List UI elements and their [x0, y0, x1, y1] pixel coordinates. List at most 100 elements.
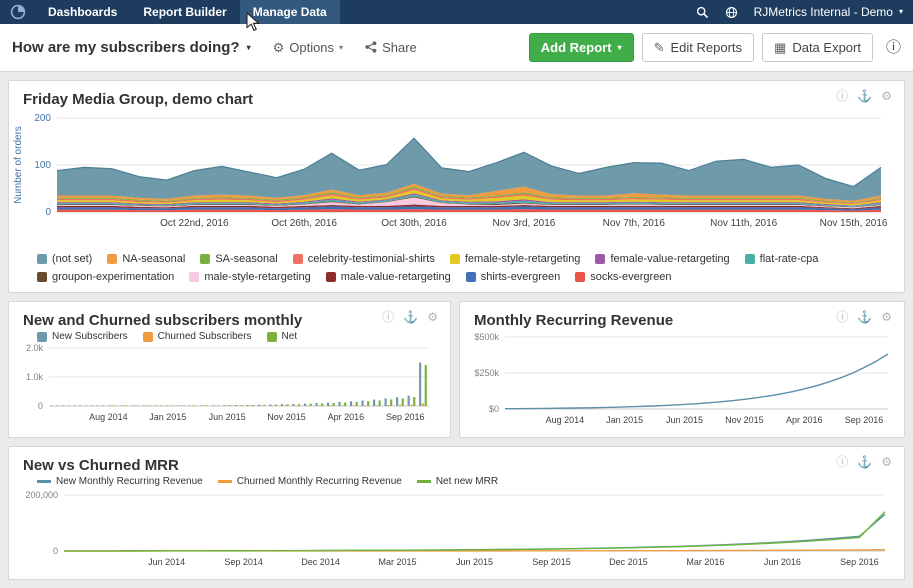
card-row: New and Churned subscribers monthly ⓘ ⚓ …	[8, 301, 905, 438]
data-export-label: Data Export	[792, 40, 861, 56]
legend-label: male-value-retargeting	[341, 271, 451, 283]
account-menu[interactable]: RJMetrics Internal - Demo ▾	[746, 5, 903, 19]
card-actions: ⓘ ⚓ ⚙	[382, 311, 438, 323]
options-label: Options	[289, 40, 334, 55]
legend-item[interactable]: Churned Monthly Recurring Revenue	[218, 476, 402, 487]
svg-text:Mar 2016: Mar 2016	[686, 557, 724, 567]
svg-text:Jan 2015: Jan 2015	[149, 412, 186, 422]
chevron-down-icon: ▾	[339, 44, 343, 52]
anchor-icon[interactable]: ⚓	[857, 90, 872, 102]
legend-item[interactable]: female-value-retargeting	[595, 253, 729, 265]
add-report-button[interactable]: Add Report ▾	[529, 33, 634, 63]
new-vs-churned-mrr-chart[interactable]: 0200,000Jun 2014Sep 2014Dec 2014Mar 2015…	[9, 489, 894, 579]
legend-marker-icon	[575, 272, 585, 282]
orders-stacked-area-chart[interactable]: 0100200Oct 22nd, 2016Oct 26th, 2016Oct 3…	[9, 110, 894, 250]
toolbar-actions: Add Report ▾ ✎ Edit Reports ▦ Data Expor…	[529, 33, 901, 63]
legend-item[interactable]: New Monthly Recurring Revenue	[37, 476, 203, 487]
legend-label: Churned Monthly Recurring Revenue	[237, 476, 402, 487]
card-actions: ⓘ ⚓ ⚙	[836, 456, 892, 468]
legend-item[interactable]: Churned Subscribers	[143, 331, 252, 342]
legend-label: male-style-retargeting	[204, 271, 310, 283]
rjmetrics-logo-icon[interactable]	[0, 0, 35, 24]
anchor-icon[interactable]: ⚓	[857, 456, 872, 468]
info-icon[interactable]: ⓘ	[382, 311, 394, 323]
svg-text:Sep 2014: Sep 2014	[224, 557, 263, 567]
svg-text:Sep 2015: Sep 2015	[532, 557, 571, 567]
legend-item[interactable]: male-style-retargeting	[189, 271, 310, 283]
options-menu[interactable]: ⚙ Options ▾	[273, 40, 343, 55]
legend-item[interactable]: NA-seasonal	[107, 253, 185, 265]
add-report-label: Add Report	[541, 40, 612, 56]
info-icon[interactable]: ⓘ	[836, 90, 848, 102]
dashboard-content: Friday Media Group, demo chart ⓘ ⚓ ⚙ 010…	[0, 72, 913, 588]
legend-item[interactable]: groupon-experimentation	[37, 271, 174, 283]
legend-marker-icon	[107, 254, 117, 264]
legend-item[interactable]: New Subscribers	[37, 331, 128, 342]
data-export-button[interactable]: ▦ Data Export	[762, 33, 873, 63]
legend-label: Net	[282, 331, 298, 342]
svg-text:Nov 3rd, 2016: Nov 3rd, 2016	[493, 218, 556, 229]
legend-label: female-style-retargeting	[465, 253, 581, 265]
svg-text:Nov 11th, 2016: Nov 11th, 2016	[710, 218, 778, 229]
globe-icon[interactable]	[717, 6, 746, 19]
legend-marker-icon	[466, 272, 476, 282]
card-subscribers-monthly: New and Churned subscribers monthly ⓘ ⚓ …	[8, 301, 451, 438]
svg-text:Oct 22nd, 2016: Oct 22nd, 2016	[160, 218, 229, 229]
legend-marker-icon	[218, 480, 232, 483]
svg-text:Jun 2015: Jun 2015	[456, 557, 493, 567]
gear-icon[interactable]: ⚙	[881, 311, 892, 323]
legend-item[interactable]: shirts-evergreen	[466, 271, 560, 283]
card-friday-media-group: Friday Media Group, demo chart ⓘ ⚓ ⚙ 010…	[8, 80, 905, 293]
info-icon[interactable]: ⓘ	[886, 40, 901, 55]
legend-label: Net new MRR	[436, 476, 498, 487]
anchor-icon[interactable]: ⚓	[403, 311, 418, 323]
gear-icon[interactable]: ⚙	[881, 90, 892, 102]
account-label: RJMetrics Internal - Demo	[754, 5, 893, 19]
edit-reports-button[interactable]: ✎ Edit Reports	[642, 33, 754, 63]
legend-label: New Monthly Recurring Revenue	[56, 476, 203, 487]
info-icon[interactable]: ⓘ	[836, 311, 848, 323]
dashboard-title-dropdown[interactable]: How are my subscribers doing? ▾	[12, 39, 251, 56]
svg-text:0: 0	[45, 207, 51, 218]
card-actions: ⓘ ⚓ ⚙	[836, 311, 892, 323]
svg-text:Jun 2015: Jun 2015	[209, 412, 246, 422]
legend-marker-icon	[595, 254, 605, 264]
chevron-down-icon: ▾	[899, 8, 903, 16]
chart-legend: New Monthly Recurring Revenue Churned Mon…	[9, 476, 904, 489]
share-icon	[365, 41, 377, 55]
legend-item[interactable]: flat-rate-cpa	[745, 253, 819, 265]
legend-item[interactable]: female-style-retargeting	[450, 253, 581, 265]
legend-item[interactable]: Net	[267, 331, 298, 342]
svg-text:Jun 2016: Jun 2016	[764, 557, 801, 567]
gear-icon[interactable]: ⚙	[881, 456, 892, 468]
nav-item-report-builder[interactable]: Report Builder	[130, 0, 239, 24]
svg-text:Nov 2015: Nov 2015	[725, 415, 764, 425]
legend-item[interactable]: (not set)	[37, 253, 92, 265]
card-title: New vs Churned MRR	[9, 447, 904, 476]
legend-item[interactable]: celebrity-testimonial-shirts	[293, 253, 435, 265]
legend-item[interactable]: socks-evergreen	[575, 271, 671, 283]
nav-item-dashboards[interactable]: Dashboards	[35, 0, 130, 24]
share-button[interactable]: Share	[365, 40, 417, 55]
card-title: Friday Media Group, demo chart	[9, 81, 904, 110]
dashboard-toolbar: How are my subscribers doing? ▾ ⚙ Option…	[0, 24, 913, 72]
legend-label: SA-seasonal	[215, 253, 277, 265]
subscribers-bar-chart[interactable]: 01.0k2.0kAug 2014Jan 2015Jun 2015Nov 201…	[9, 344, 437, 434]
svg-text:Number of orders: Number of orders	[13, 126, 24, 204]
search-icon[interactable]	[688, 6, 717, 19]
legend-marker-icon	[745, 254, 755, 264]
legend-item[interactable]: male-value-retargeting	[326, 271, 451, 283]
top-navbar: DashboardsReport BuilderManage Data RJMe…	[0, 0, 913, 24]
card-monthly-recurring-revenue: Monthly Recurring Revenue ⓘ ⚓ ⚙ $0$250k$…	[459, 301, 905, 438]
svg-text:0: 0	[38, 401, 43, 411]
svg-text:$500k: $500k	[474, 332, 499, 342]
gear-icon[interactable]: ⚙	[427, 311, 438, 323]
navbar-right: RJMetrics Internal - Demo ▾	[688, 0, 913, 24]
svg-text:Dec 2014: Dec 2014	[301, 557, 340, 567]
mrr-line-chart[interactable]: $0$250k$500kAug 2014Jan 2015Jun 2015Nov …	[460, 331, 897, 437]
anchor-icon[interactable]: ⚓	[857, 311, 872, 323]
legend-item[interactable]: SA-seasonal	[200, 253, 277, 265]
gear-icon: ⚙	[273, 41, 285, 54]
info-icon[interactable]: ⓘ	[836, 456, 848, 468]
legend-item[interactable]: Net new MRR	[417, 476, 498, 487]
